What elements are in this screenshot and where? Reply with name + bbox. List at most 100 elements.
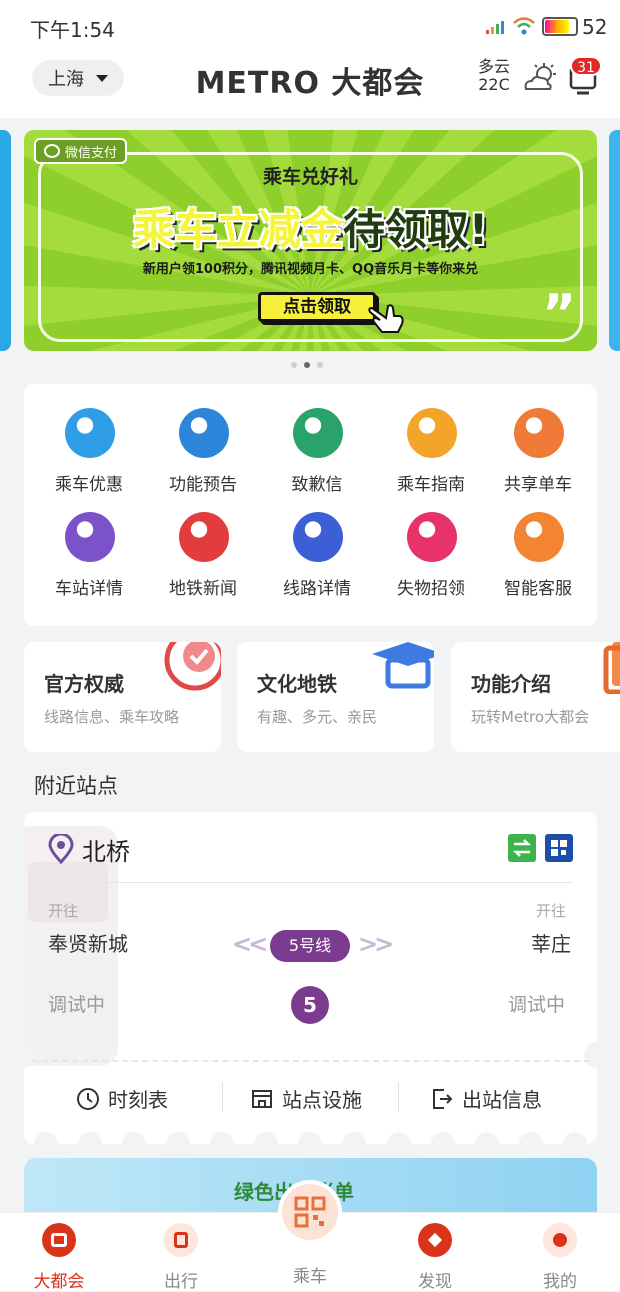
service-news[interactable]: 地铁新闻	[146, 512, 260, 612]
tab-discover[interactable]: 发现	[390, 1223, 480, 1292]
compass-icon	[418, 1223, 452, 1257]
status-time: 下午1:54	[30, 18, 115, 42]
service-ticket[interactable]: 乘车优惠	[32, 408, 146, 508]
facilities-button[interactable]: 站点设施	[250, 1084, 362, 1113]
service-customer-service[interactable]: 智能客服	[481, 512, 595, 612]
ride-qr-button[interactable]	[278, 1180, 342, 1244]
graduation-cap-icon	[372, 642, 434, 689]
tab-home-label: 大都会	[33, 1272, 85, 1292]
promo-banner[interactable]: 微信支付 乘车兑好礼 乘车立减金待领取! 新用户领100积分，腾讯视频月卡、QQ…	[24, 130, 597, 351]
arrow-right-icon: >>	[358, 930, 394, 958]
left-destination: 奉贤新城	[48, 932, 128, 956]
left-direction-label: 开往	[48, 902, 79, 920]
exit-icon	[433, 1088, 453, 1109]
divider	[222, 1082, 223, 1112]
service-lost-found[interactable]: 失物招领	[374, 512, 488, 612]
card-culture[interactable]: 文化地铁 有趣、多元、亲民	[237, 642, 434, 752]
service-label: 地铁新闻	[169, 579, 237, 599]
book-icon	[603, 642, 620, 694]
bus-icon	[164, 1223, 198, 1257]
banner-claim-button[interactable]: 点击领取	[258, 292, 376, 322]
battery-icon	[542, 17, 578, 36]
user-icon	[543, 1223, 577, 1257]
wechat-pay-tag: 微信支付	[34, 138, 128, 164]
letter-icon	[293, 408, 343, 458]
arrow-left-icon: <<	[232, 930, 268, 958]
card-title: 功能介绍	[471, 672, 551, 696]
service-map-route[interactable]: 线路详情	[260, 512, 374, 612]
service-label: 智能客服	[504, 579, 572, 599]
transfer-icon[interactable]	[508, 834, 536, 862]
bicycle-icon	[514, 408, 564, 458]
service-train[interactable]: 车站详情	[32, 512, 146, 612]
card-intro[interactable]: 功能介绍 玩转Metro大都会	[451, 642, 620, 752]
dashed-divider	[32, 1060, 590, 1062]
quick-services-grid: 乘车优惠 功能预告 致歉信 乘车指南 共享单车车站详情 地铁新闻 线路详情 失物招领 智能客服	[24, 384, 597, 626]
train-icon	[65, 512, 115, 562]
line-badge[interactable]: 5号线	[270, 930, 350, 962]
tab-mine[interactable]: 我的	[515, 1223, 605, 1292]
wifi-icon	[513, 17, 535, 35]
service-label: 致歉信	[291, 475, 343, 495]
banner-next-peek[interactable]	[609, 130, 620, 351]
service-guide[interactable]: 乘车指南	[374, 408, 488, 508]
timetable-button[interactable]: 时刻表	[76, 1084, 168, 1113]
nearby-section-title: 附近站点	[34, 774, 118, 798]
service-label: 共享单车	[504, 475, 572, 495]
tab-home[interactable]: 大都会	[14, 1223, 104, 1292]
banner-prev-peek[interactable]	[0, 130, 11, 351]
card-desc: 玩转Metro大都会	[471, 708, 590, 726]
tab-travel-label: 出行	[164, 1272, 198, 1292]
page-dot-active	[304, 362, 310, 368]
right-destination: 莘庄	[531, 932, 571, 956]
map-route-icon	[293, 512, 343, 562]
service-label: 失物招领	[397, 579, 465, 599]
wechat-pay-icon	[44, 144, 60, 158]
nearby-station-card[interactable]: 北桥 开往 奉贤新城 开往 莘庄 << 5号线 >> 调试中 5 调试中 时刻表…	[24, 812, 597, 1144]
service-bicycle[interactable]: 共享单车	[481, 408, 595, 508]
weather-info[interactable]: 多云 22C	[478, 58, 510, 94]
service-pie-chart[interactable]: 功能预告	[146, 408, 260, 508]
card-title: 文化地铁	[257, 672, 337, 696]
service-label: 线路详情	[283, 579, 351, 599]
service-label: 车站详情	[55, 579, 123, 599]
card-official[interactable]: 官方权威 线路信息、乘车攻略	[24, 642, 221, 752]
service-letter[interactable]: 致歉信	[260, 408, 374, 508]
banner-description: 新用户领100积分，腾讯视频月卡、QQ音乐月卡等你来兑	[142, 262, 479, 277]
wechat-pay-label: 微信支付	[65, 145, 118, 161]
page-dot	[291, 362, 297, 368]
weather-temp: 22C	[478, 75, 510, 94]
app-header: 上海 METRO 大都会 多云 22C 31	[0, 52, 620, 118]
signal-icon	[486, 21, 504, 34]
right-status: 调试中	[508, 994, 566, 1016]
banner-headline: 乘车立减金待领取!	[24, 196, 597, 257]
card-desc: 线路信息、乘车攻略	[44, 708, 180, 726]
partly-cloudy-icon	[524, 63, 556, 90]
divider	[48, 882, 573, 883]
ticket-scallop	[24, 1130, 597, 1144]
ticket-icon	[65, 408, 115, 458]
tab-discover-label: 发现	[418, 1272, 452, 1292]
station-name: 北桥	[82, 838, 130, 866]
weather-desc: 多云	[478, 57, 511, 76]
right-direction-label: 开往	[536, 902, 567, 920]
feature-cards: 官方权威 线路信息、乘车攻略 文化地铁 有趣、多元、亲民 功能介绍 玩转Metr…	[24, 642, 620, 752]
guide-icon	[407, 408, 457, 458]
pointing-hand-icon	[368, 304, 404, 333]
home-icon	[42, 1223, 76, 1257]
quote-mark-icon: ”	[542, 284, 577, 344]
line-number-circle: 5	[291, 986, 329, 1024]
service-label: 乘车优惠	[55, 475, 123, 495]
store-icon	[252, 1089, 272, 1108]
message-badge: 31	[570, 56, 602, 76]
card-desc: 有趣、多元、亲民	[257, 708, 378, 726]
page-dot	[317, 362, 323, 368]
clock-icon	[77, 1087, 99, 1110]
qr-code-icon[interactable]	[545, 834, 573, 862]
exits-button[interactable]: 出站信息	[430, 1084, 542, 1113]
service-label: 功能预告	[169, 475, 237, 495]
card-title: 官方权威	[44, 672, 124, 696]
tab-travel[interactable]: 出行	[136, 1223, 226, 1292]
location-pin-icon	[48, 834, 74, 864]
exits-label: 出站信息	[462, 1088, 542, 1112]
